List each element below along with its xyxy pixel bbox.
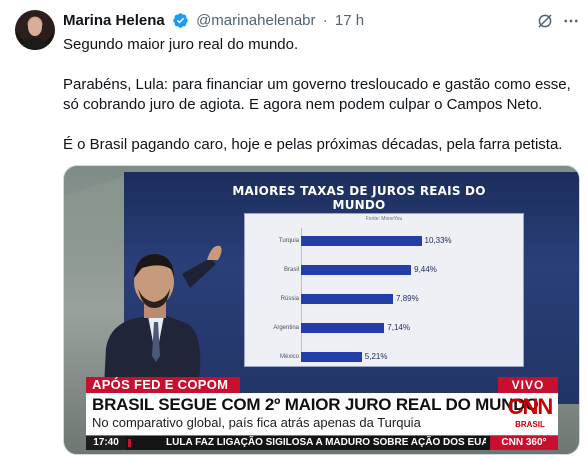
- chart-bar-row: Turquia 10,33%: [245, 234, 523, 248]
- chart-value-label: 7,89%: [396, 294, 419, 303]
- news-lower-third: APÓS FED E COPOM VIVO BRASIL SEGUE COM 2…: [64, 377, 579, 454]
- live-badge: VIVO: [498, 377, 558, 393]
- header-separator: ·: [322, 12, 328, 29]
- ticker-text: LULA FAZ LIGAÇÃO SIGILOSA A MADURO SOBRE…: [166, 437, 486, 448]
- tweet-line: Parabéns, Lula: para financiar um govern…: [63, 76, 571, 93]
- chart-category-label: Argentina: [273, 325, 299, 331]
- news-ticker: 17:40 LULA FAZ LIGAÇÃO SIGILOSA A MADURO…: [86, 436, 558, 450]
- chart-category-label: Brasil: [283, 267, 299, 273]
- tweet-line: É o Brasil pagando caro, hoje e pelas pr…: [63, 136, 563, 153]
- headline-box: BRASIL SEGUE COM 2º MAIOR JURO REAL DO M…: [86, 393, 558, 435]
- chart-bar-row: Argentina 7,14%: [245, 321, 523, 335]
- tweet-time[interactable]: 17 h: [335, 11, 364, 31]
- ticker-time: 17:40: [86, 436, 126, 450]
- chart-value-label: 9,44%: [414, 265, 437, 274]
- chart-bar-row: México 5,21%: [245, 350, 523, 364]
- news-subheadline: No comparativo global, país fica atrás a…: [92, 415, 421, 430]
- chart-bar: [301, 294, 394, 304]
- chart-value-label: 5,21%: [364, 352, 388, 361]
- tweet-text: Segundo maior juro real do mundo. Parabé…: [63, 35, 578, 155]
- avatar[interactable]: [15, 10, 55, 50]
- chart-bar: [301, 265, 412, 275]
- tweet-media[interactable]: MAIORES TAXAS DE JUROS REAIS DO MUNDO Fo…: [63, 165, 580, 455]
- chart-source: Fonte: MoneYou: [365, 216, 403, 222]
- ticker-brand: CNN 360°: [490, 436, 558, 450]
- grok-icon[interactable]: [536, 12, 554, 30]
- cnn-logo-subtext: BRASIL: [515, 420, 545, 429]
- chart-panel: Fonte: MoneYou Turquia 10,33% Brasil 9,44% R…: [244, 213, 524, 367]
- tweet-line: só cobrando juro de agiota. E agora nem …: [63, 96, 543, 113]
- chart-bar: [301, 352, 362, 362]
- ticker-separator: [128, 439, 131, 447]
- tweet-line: Segundo maior juro real do mundo.: [63, 36, 299, 53]
- chart-value-label: 7,14%: [387, 323, 410, 332]
- news-headline: BRASIL SEGUE COM 2º MAIOR JURO REAL DO M…: [92, 395, 539, 414]
- chart-category-label: México: [279, 354, 299, 360]
- verified-badge-icon: [173, 13, 188, 28]
- chart-bar: [301, 236, 422, 246]
- cnn-logo: CNN BRASIL: [504, 394, 556, 434]
- avatar-face: [28, 18, 42, 36]
- chart-category-label: Rússia: [280, 296, 299, 302]
- avatar-body: [23, 38, 47, 50]
- chart-bar-row: Rússia 7,89%: [245, 292, 523, 306]
- chart-bar-row: Brasil 9,44%: [245, 263, 523, 277]
- chart-value-label: 10,33%: [424, 236, 452, 245]
- chart-bar: [301, 323, 385, 333]
- tweet-header: Marina Helena @marinahelenabr · 17 h: [63, 11, 573, 31]
- author-handle[interactable]: @marinahelenabr: [196, 11, 315, 31]
- author-name[interactable]: Marina Helena: [63, 11, 165, 31]
- more-icon[interactable]: [562, 12, 580, 30]
- chart-category-label: Turquia: [278, 238, 299, 244]
- chart-title: MAIORES TAXAS DE JUROS REAIS DO MUNDO: [232, 184, 486, 212]
- news-tag: APÓS FED E COPOM: [86, 377, 240, 393]
- cnn-logo-text: CNN: [507, 394, 554, 419]
